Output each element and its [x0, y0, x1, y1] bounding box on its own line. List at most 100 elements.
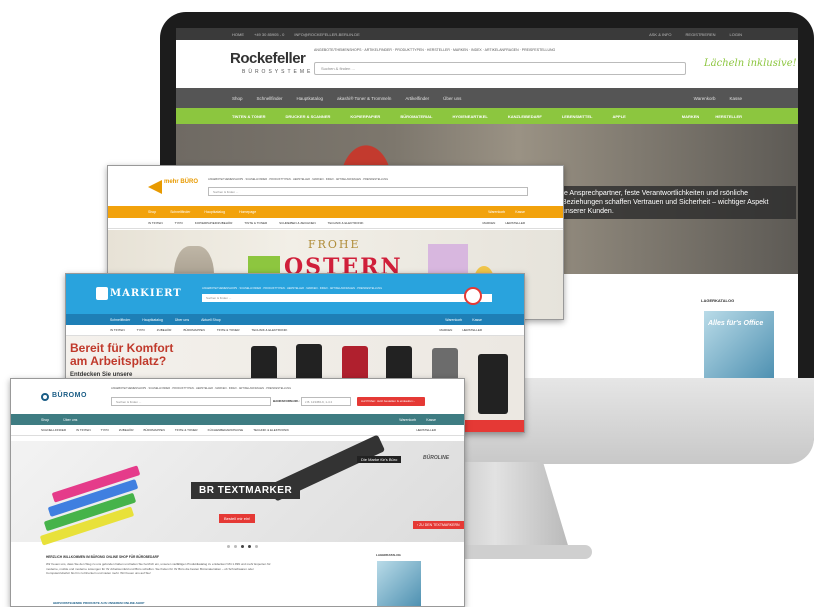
nav-artikelfinder[interactable]: Artikelfinder — [405, 96, 429, 101]
hero-cta-button[interactable]: Bestell mir ein! — [219, 514, 256, 523]
carousel-dot[interactable] — [227, 545, 230, 548]
cat-kuechenbedarf[interactable]: KÜCHENBEDARF/PAUSE — [208, 428, 244, 432]
cat-kopierpapier[interactable]: KOPIERPAPIER/ZUBEHÖR — [195, 221, 233, 225]
nav-homepage[interactable]: Homepage — [239, 210, 256, 214]
cat-tinten[interactable]: IN TINTEN — [148, 221, 163, 225]
nav-warenkorb[interactable]: Warenkorb — [399, 418, 416, 422]
cat-tinte-toner[interactable]: TINTE & TONER — [175, 428, 198, 432]
cat-hersteller[interactable]: HERSTELLER — [505, 221, 525, 225]
hero-heading: Bereit für Komfort am Arbeitsplatz? — [70, 341, 174, 368]
cat-lebensmittel[interactable]: LEBENSMITTEL — [562, 114, 593, 119]
order-number-input[interactable]: z.B. 123456-9, 1-4 2 — [301, 397, 351, 406]
rockefeller-header: Rockefeller BÜROSYSTEME ANGEBOTE/THEMENS… — [176, 40, 798, 88]
products-section-title: HERVORSTEHENDE PRODUKTE AUS UNSEREM ONLI… — [53, 601, 145, 605]
markiert-logo[interactable]: MARKIERT — [110, 288, 182, 299]
carousel-dot[interactable] — [255, 545, 258, 548]
rockefeller-logo-sub: BÜROSYSTEME — [242, 69, 314, 75]
nav-hauptkatalog[interactable]: Hauptkatalog — [204, 210, 225, 214]
nav-shop[interactable]: Shop — [41, 418, 49, 422]
nav-kasse[interactable]: Kasse — [515, 210, 525, 214]
nav-schnellfinder[interactable]: Schnellfinder — [110, 318, 130, 322]
nav-ueber-uns[interactable]: Über uns — [63, 418, 77, 422]
category-nav: SCHNELLFINDER IN TINTEN TYPO ZUBEHÖR BÜR… — [11, 425, 464, 436]
nav-warenkorb[interactable]: Warenkorb — [488, 210, 505, 214]
topbar-home-link[interactable]: HOME — [232, 32, 244, 37]
topbar-email-link[interactable]: INFO@ROCKEFELLER-BERLIN.DE — [294, 32, 359, 37]
cat-tinte-toner[interactable]: TINTE & TONER — [244, 221, 267, 225]
cat-typo[interactable]: TYPO — [137, 328, 145, 332]
search-input[interactable]: Suchen & finden ... — [202, 294, 492, 302]
search-input[interactable]: Suchen & finden ... — [111, 397, 271, 406]
search-input[interactable]: Suchen & finden ... — [208, 187, 528, 196]
nav-toner[interactable]: akashi® Toner & Trommeln — [337, 96, 391, 101]
mehrbuero-logo[interactable]: mehr BÜRO — [148, 176, 200, 200]
nav-shop[interactable]: Shop — [148, 210, 156, 214]
header-links[interactable]: ANGEBOTE/THEMENSHOPS · SCHNELLFINDER · P… — [202, 287, 382, 290]
cat-technik[interactable]: TECHNIK & ELEKTRONIK — [252, 328, 288, 332]
cat-tinte-toner[interactable]: TINTE & TONER — [217, 328, 240, 332]
cat-marken[interactable]: MARKEN — [482, 221, 495, 225]
nav-hauptkatalog[interactable]: Hauptkatalog — [297, 96, 324, 101]
cat-marken[interactable]: MARKEN — [439, 328, 452, 332]
topbar-register-link[interactable]: REGISTRIEREN — [686, 32, 716, 37]
category-nav: IN TINTEN TYPO ZUBEHÖR BÜROMAPPEN TINTE … — [66, 325, 524, 336]
header-links[interactable]: ANGEBOTE/THEMENSHOPS · SCHNELLFINDER · P… — [111, 387, 291, 390]
carousel-dot[interactable] — [234, 545, 237, 548]
cat-tinten[interactable]: IN TINTEN — [110, 328, 125, 332]
nav-schnellfinder[interactable]: Schnellfinder — [170, 210, 190, 214]
nav-kasse[interactable]: Kasse — [426, 418, 436, 422]
cat-bueromaterial[interactable]: BÜROMATERIAL — [400, 114, 432, 119]
rockefeller-topbar: HOME +49 30 85905 - 0 INFO@ROCKEFELLER-B… — [176, 28, 798, 40]
cat-drucker[interactable]: DRUCKER & SCANNER — [285, 114, 330, 119]
cat-hersteller[interactable]: HERSTELLER — [715, 114, 742, 119]
header-links[interactable]: ANGEBOTE/THEMENSHOPS · SCHNELLFINDER · P… — [208, 178, 388, 181]
carousel-dot-active[interactable] — [241, 545, 244, 548]
nav-warenkorb[interactable]: Warenkorb — [694, 96, 716, 101]
bueromo-logo-icon — [41, 393, 49, 401]
promo-ribbon[interactable] — [456, 420, 524, 432]
topbar-info-link[interactable]: ASK & INFO — [649, 32, 671, 37]
nav-shop[interactable]: Shop — [232, 96, 243, 101]
cat-zubehoer[interactable]: ZUBEHÖR — [157, 328, 172, 332]
cat-bueromappen[interactable]: BÜROMAPPEN — [183, 328, 204, 332]
cat-tinten[interactable]: IN TINTEN — [76, 428, 91, 432]
nav-ueber-uns[interactable]: Über uns — [175, 318, 189, 322]
hero-brand: BÜROLINE — [423, 455, 450, 461]
cat-technik[interactable]: TECHNIK & ELEKTRONIK — [328, 221, 364, 225]
rockefeller-logo[interactable]: Rockefeller — [230, 50, 306, 67]
rockefeller-slogan: Lächeln inklusive! — [704, 58, 797, 69]
cat-technik[interactable]: TECHNIK & ELEKTRONIK — [253, 428, 289, 432]
cat-bueromappen[interactable]: BÜROMAPPEN — [143, 428, 164, 432]
cat-apple[interactable]: APPLE — [612, 114, 625, 119]
nav-schnellfinder[interactable]: Schnellfinder — [257, 96, 283, 101]
rockefeller-search-input[interactable]: Suchen & finden ... — [314, 62, 686, 75]
cat-hersteller[interactable]: HERSTELLER — [462, 328, 482, 332]
lagerkatalog-image[interactable] — [377, 561, 421, 606]
bueromo-logo[interactable]: BÜROMO — [52, 392, 87, 399]
cat-marken[interactable]: MARKEN — [682, 114, 700, 119]
nav-kasse[interactable]: Kasse — [729, 96, 742, 101]
topbar-login-link[interactable]: LOGIN — [730, 32, 742, 37]
promo-badge-icon[interactable] — [464, 287, 482, 305]
carousel-dot-active[interactable] — [248, 545, 251, 548]
cat-tinten-toner[interactable]: TINTEN & TONER — [232, 114, 265, 119]
cat-hersteller[interactable]: HERSTELLER — [416, 428, 436, 432]
cat-kanzleibedarf[interactable]: KANZLEIBEDARF — [508, 114, 542, 119]
nav-aktuell-shop[interactable]: Aktuell Shop — [201, 318, 221, 322]
cat-zubehoer[interactable]: ZUBEHÖR — [119, 428, 134, 432]
rockefeller-header-links[interactable]: ANGEBOTE/THEMENSHOPS · ARTIKELFINDER · P… — [314, 48, 555, 52]
main-nav: Schnellfinder Hauptkatalog Über uns Aktu… — [66, 314, 524, 325]
nav-hauptkatalog[interactable]: Hauptkatalog — [142, 318, 163, 322]
cat-schnellfinder[interactable]: SCHNELLFINDER — [41, 428, 66, 432]
lagerkatalog-title: LAGERKATALOG — [376, 553, 401, 557]
quick-order-button[interactable]: Auf Prüfen: Jetzt bestellen & einkaufen … — [357, 397, 425, 406]
cat-hygieneartikel[interactable]: HYGIENEARTIKEL — [452, 114, 487, 119]
nav-ueber-uns[interactable]: Über uns — [443, 96, 461, 101]
nav-kasse[interactable]: Kasse — [472, 318, 482, 322]
cat-typo[interactable]: TYPO — [101, 428, 109, 432]
nav-warenkorb[interactable]: Warenkorb — [445, 318, 462, 322]
cat-schreiben[interactable]: SCHREIBEN & ZEICHNEN — [279, 221, 316, 225]
cat-kopierpapier[interactable]: KOPIERPAPIER — [350, 114, 380, 119]
textmarker-link-button[interactable]: › ZU DEN TEXTMARKERN — [413, 521, 464, 529]
cat-typo[interactable]: TYPO — [175, 221, 183, 225]
